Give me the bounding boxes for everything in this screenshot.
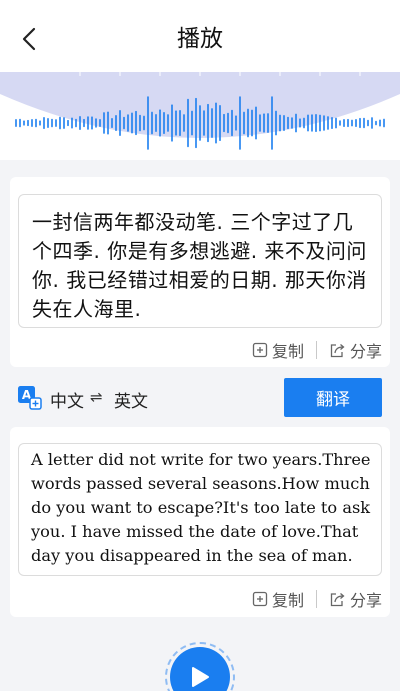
copy-label: 复制 <box>271 591 304 610</box>
share-icon <box>330 344 345 358</box>
audio-waveform <box>0 72 400 160</box>
source-actions: 复制 分享 <box>252 338 382 362</box>
result-text-box[interactable]: A letter did not write for two years.Thr… <box>18 443 382 576</box>
play-button[interactable] <box>170 647 230 691</box>
share-button[interactable]: 分享 <box>329 338 382 362</box>
copy-icon <box>252 342 268 358</box>
share-icon <box>330 593 345 607</box>
copy-button[interactable]: 复制 <box>252 587 304 611</box>
copy-button[interactable]: 复制 <box>252 338 304 362</box>
top-bar: 播放 <box>0 0 400 75</box>
divider <box>315 590 317 608</box>
source-text: 一封信两年都没动笔. 三个字过了几个四季. 你是有多想逃避. 来不及问问你. 我… <box>32 210 367 321</box>
play-button-ring <box>165 642 235 691</box>
play-icon <box>192 667 209 687</box>
swap-languages-icon[interactable]: ⇌ <box>90 388 103 406</box>
result-text: A letter did not write for two years.Thr… <box>31 450 371 565</box>
source-text-box[interactable]: 一封信两年都没动笔. 三个字过了几个四季. 你是有多想逃避. 来不及问问你. 我… <box>18 194 382 328</box>
share-label: 分享 <box>349 591 382 610</box>
translate-icon: A <box>18 386 42 410</box>
target-language[interactable]: 英文 <box>114 387 148 412</box>
source-card: 一封信两年都没动笔. 三个字过了几个四季. 你是有多想逃避. 来不及问问你. 我… <box>10 177 390 367</box>
result-actions: 复制 分享 <box>252 587 382 611</box>
source-language[interactable]: 中文 <box>50 387 84 412</box>
divider <box>315 341 317 359</box>
page-title: 播放 <box>177 26 223 52</box>
result-card: A letter did not write for two years.Thr… <box>10 427 390 617</box>
translate-button[interactable]: 翻译 <box>284 378 382 417</box>
language-bar: A 中文 ⇌ 英文 翻译 <box>0 375 400 421</box>
share-label: 分享 <box>349 342 382 361</box>
copy-label: 复制 <box>271 342 304 361</box>
share-button[interactable]: 分享 <box>329 587 382 611</box>
copy-icon <box>252 591 268 607</box>
